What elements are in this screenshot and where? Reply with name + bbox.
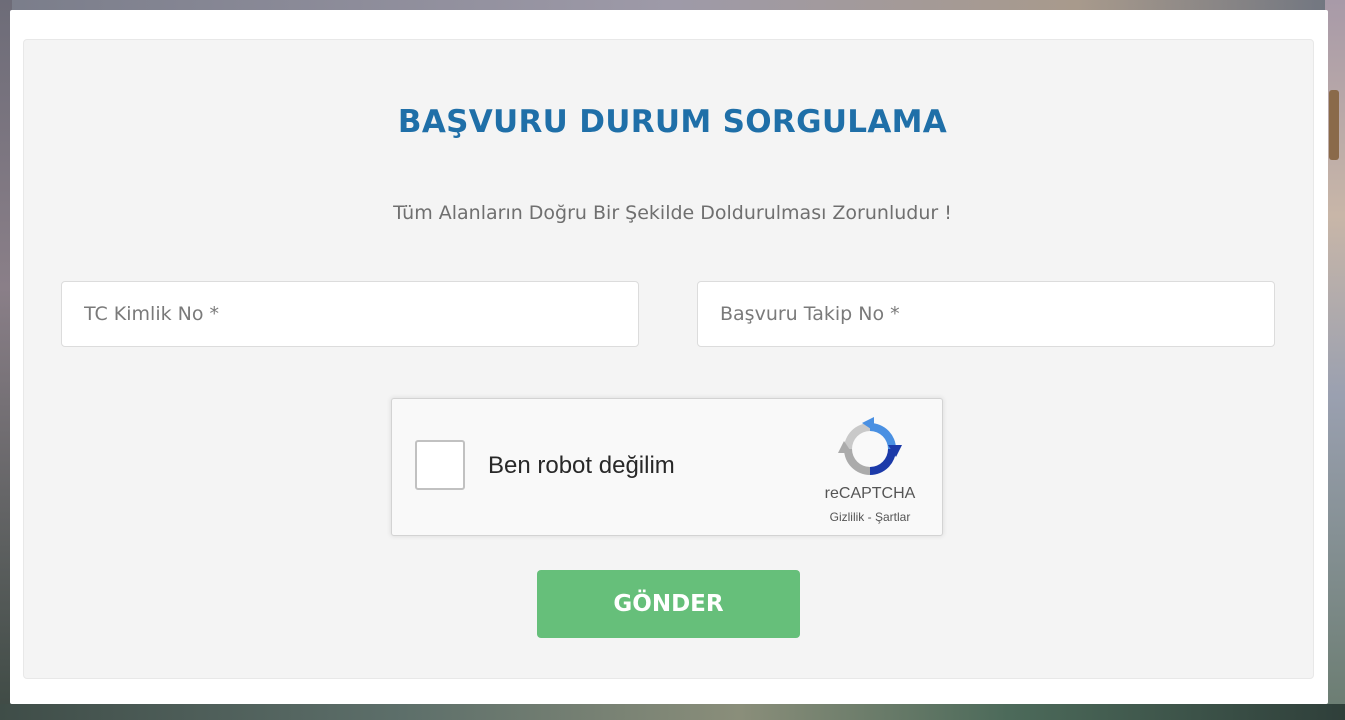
page-title: BAŞVURU DURUM SORGULAMA [397,104,948,140]
form-instruction: Tüm Alanların Doğru Bir Şekilde Doldurul… [393,202,952,224]
recaptcha-links: Gizlilik - Şartlar [804,510,936,524]
background-top [0,0,1345,10]
recaptcha-label: Ben robot değilim [488,452,675,479]
recaptcha-privacy-link[interactable]: Gizlilik [830,510,865,524]
recaptcha-brand: reCAPTCHA [824,485,916,502]
submit-button[interactable]: GÖNDER [537,570,800,638]
recaptcha-terms-link[interactable]: Şartlar [875,510,910,524]
basvuru-takip-no-field[interactable] [697,281,1275,347]
recaptcha-widget: Ben robot değilim reCAPTCHA Gizlilik - Ş… [391,398,943,536]
tc-kimlik-no-field[interactable] [61,281,639,347]
recaptcha-logo-icon [838,417,902,475]
background-bottom [0,704,1345,720]
recaptcha-checkbox[interactable] [415,440,465,490]
recaptcha-links-separator: - [867,510,872,524]
